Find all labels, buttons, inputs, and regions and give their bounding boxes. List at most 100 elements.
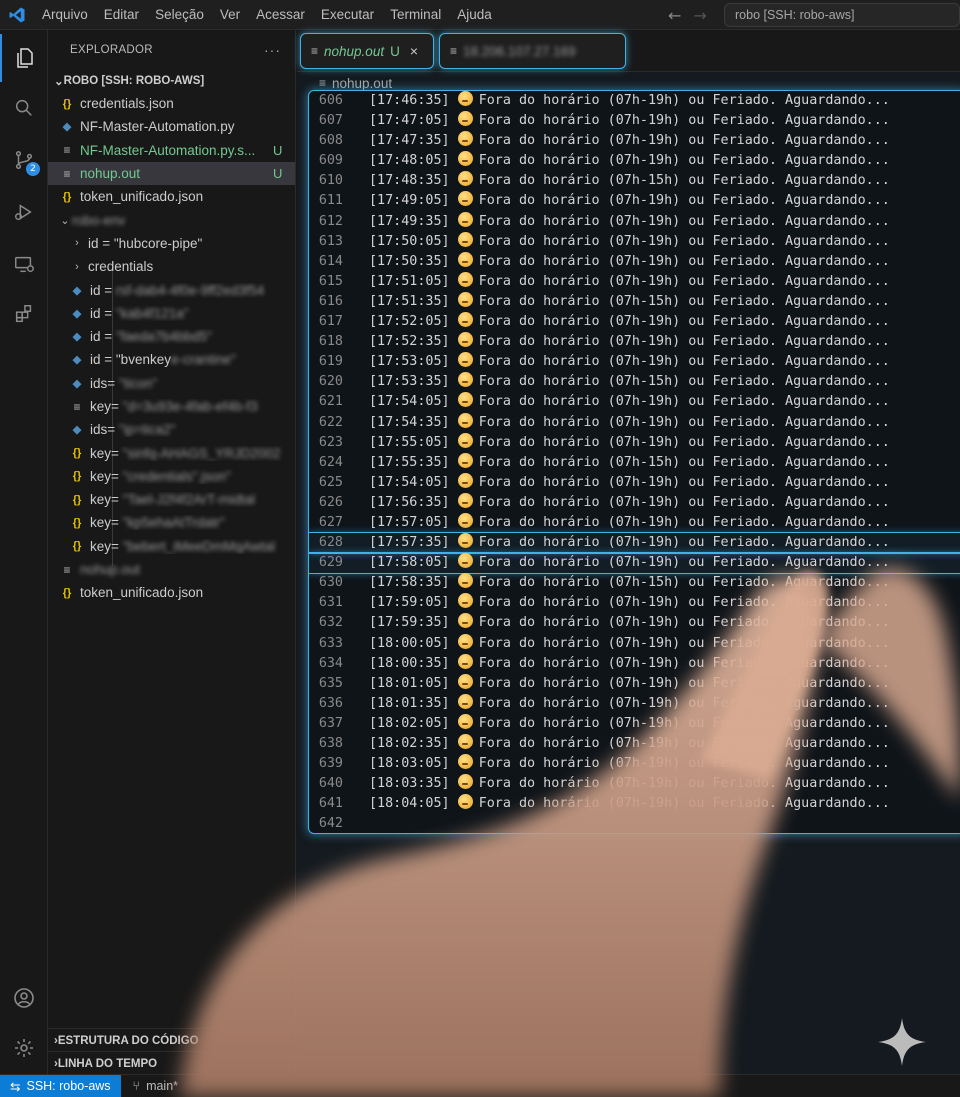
tree-item[interactable]: {} key= "sinfq-AHAGS_YRJD2002 [48,441,295,464]
log-line[interactable]: 640 [18:03:35] Fora do horário (07h-19h) … [309,774,960,794]
tree-item[interactable]: › id = "hubcore-pipe" [48,232,295,255]
log-line[interactable]: 610 [17:48:35] Fora do horário (07h-15h) … [309,171,960,191]
command-center[interactable]: robo [SSH: robo-aws] [724,3,960,27]
log-line[interactable]: 636 [18:01:35] Fora do horário (07h-19h) … [309,693,960,714]
sleeping-face-icon [457,452,473,468]
tree-item[interactable]: ◆ ids= "ticon" [48,372,295,395]
log-line[interactable]: 633 [18:00:05] Fora do horário (07h-19h) … [309,633,960,654]
log-line[interactable]: 620 [17:53:35] Fora do horário (07h-15h) … [309,372,960,392]
log-line[interactable]: 619 [17:53:05] Fora do horário (07h-19h) … [309,352,960,372]
vscode-logo-icon[interactable] [0,0,34,30]
log-line[interactable]: 618 [17:52:35] Fora do horário (07h-19h) … [309,332,960,352]
sleeping-face-icon [457,91,473,106]
log-line[interactable]: 642 [309,814,960,833]
highlighted-log-line[interactable]: 629 [17:58:05] Fora do horário (07h-19h) … [309,552,960,575]
chevron-down-icon: ⌄ [60,214,70,227]
tree-item[interactable]: {} key= "Tael-J2f4f2ArT-midtal [48,488,295,511]
forward-arrow-icon[interactable]: → [693,6,706,25]
log-timestamp: [18:03:05] [369,756,450,772]
log-line[interactable]: 626 [17:56:35] Fora do horário (07h-19h) … [309,492,960,513]
close-tab-icon[interactable]: × [410,43,418,59]
remote-indicator[interactable]: ⇆ SSH: robo-aws [0,1074,121,1097]
log-line[interactable]: 621 [17:54:05] Fora do horário (07h-19h) … [309,392,960,412]
log-line[interactable]: 631 [17:59:05] Fora do horário (07h-19h) … [309,593,960,613]
tab-nohup-out[interactable]: ≡ nohup.out U × [300,33,434,69]
file-item[interactable]: ≡ nohup.out [48,558,295,581]
file-item[interactable]: ≡ NF-Master-Automation.py.s... U [48,139,295,162]
log-line[interactable]: 641 [18:04:05] Fora do horário (07h-19h) … [309,794,960,814]
log-line[interactable]: 609 [17:48:05] Fora do horário (07h-19h) … [309,151,960,171]
tree-item[interactable]: ◆ id = rsf-dab4-4f0e-9ff2ed3f54 [48,278,295,301]
log-line[interactable]: 613 [17:50:05] Fora do horário (07h-19h) … [309,231,960,252]
log-line[interactable]: 634 [18:00:35] Fora do horário (07h-19h) … [309,653,960,674]
file-item[interactable]: {} credentials.json [48,92,295,115]
run-debug-icon[interactable] [0,188,48,236]
tree-item[interactable]: {} key= "kp5ehaAtTrdatr" [48,511,295,534]
outline-section[interactable]: › ESTRUTURA DO CÓDIGO [48,1028,296,1052]
log-text: [18:00:05] Fora do horário (07h-19h) ou … [369,633,890,654]
explorer-icon[interactable] [0,34,48,82]
log-line[interactable]: 612 [17:49:35] Fora do horário (07h-19h) … [309,211,960,232]
log-line[interactable]: 630 [17:58:35] Fora do horário (07h-15h) … [309,573,960,593]
log-text: [17:52:05] Fora do horário (07h-19h) ou … [369,312,890,332]
log-line[interactable]: 635 [18:01:05] Fora do horário (07h-19h) … [309,673,960,694]
tree-item[interactable]: {} key= "credentials".json" [48,465,295,488]
log-line[interactable]: 608 [17:47:35] Fora do horário (07h-19h) … [309,131,960,151]
more-actions-icon[interactable]: ··· [264,42,281,58]
log-line[interactable]: 623 [17:55:05] Fora do horário (07h-19h) … [309,432,960,453]
back-arrow-icon[interactable]: ← [668,6,681,25]
tree-item[interactable]: ≡ key= "d=3u93e-4fab-ef4b-f3 [48,395,295,418]
log-line[interactable]: 611 [17:49:05] Fora do horário (07h-19h) … [309,191,960,211]
log-panel[interactable]: 606 [17:46:35] Fora do horário (07h-19h) … [308,90,960,834]
menu-terminal[interactable]: Terminal [382,0,449,30]
log-line[interactable]: 606 [17:46:35] Fora do horário (07h-19h) … [309,91,960,111]
code-view[interactable]: 606 [17:46:35] Fora do horário (07h-19h) … [309,91,960,833]
tree-item[interactable]: ◆ ids= "ip=tica2" [48,418,295,441]
tree-item[interactable]: ◆ id = "faeda7b4bbd5" [48,325,295,348]
git-branch[interactable]: ⑂ main* [121,1079,178,1093]
log-timestamp: [17:47:05] [369,113,450,129]
timeline-section[interactable]: › LINHA DO TEMPO [48,1051,296,1075]
search-icon[interactable] [0,84,48,132]
log-line[interactable]: 639 [18:03:05] Fora do horário (07h-19h) … [309,754,960,774]
folder-robo-env[interactable]: ⌄ robo-env [48,208,295,231]
log-line[interactable]: 624 [17:55:35] Fora do horário (07h-15h) … [309,452,960,473]
highlighted-log-line[interactable]: 628 [17:57:35] Fora do horário (07h-19h) … [309,532,960,555]
sleeping-face-icon [457,533,473,549]
menu-selecao[interactable]: Seleção [147,0,212,30]
log-line[interactable]: 607 [17:47:05] Fora do horário (07h-19h) … [309,111,960,131]
remote-explorer-icon[interactable] [0,240,48,288]
log-line[interactable]: 615 [17:51:05] Fora do horário (07h-19h) … [309,271,960,292]
menu-ver[interactable]: Ver [212,0,248,30]
tab-remote-host[interactable]: ≡ 18.206.107.27.169 [439,33,626,69]
menu-ajuda[interactable]: Ajuda [449,0,500,30]
file-item[interactable]: ≡ nohup.out U [48,161,295,186]
menu-editar[interactable]: Editar [96,0,147,30]
file-item[interactable]: {} token_unificado.json [48,185,295,208]
log-line[interactable]: 625 [17:54:05] Fora do horário (07h-19h) … [309,472,960,493]
log-line[interactable]: 632 [17:59:35] Fora do horário (07h-19h) … [309,613,960,633]
log-line[interactable]: 614 [17:50:35] Fora do horário (07h-19h) … [309,251,960,272]
file-item[interactable]: {} token_unificado.json [48,581,295,604]
extensions-icon[interactable] [0,290,48,338]
tree-item[interactable]: › credentials [48,255,295,278]
menu-acessar[interactable]: Acessar [248,0,313,30]
log-line[interactable]: 617 [17:52:05] Fora do horário (07h-19h) … [309,312,960,332]
menu-executar[interactable]: Executar [313,0,382,30]
tree-item[interactable]: ◆ id = "kab4f121a" [48,302,295,325]
file-item[interactable]: ◆ NF-Master-Automation.py [48,115,295,138]
log-line[interactable]: 637 [18:02:05] Fora do horário (07h-19h) … [309,713,960,734]
tree-label: id = "kab4f121a" [90,306,295,321]
workspace-root[interactable]: ⌄ ROBO [SSH: ROBO-AWS] [48,70,295,92]
log-line[interactable]: 616 [17:51:35] Fora do horário (07h-15h) … [309,291,960,312]
log-line[interactable]: 622 [17:54:35] Fora do horário (07h-19h) … [309,412,960,433]
tree-item[interactable]: {} key= "bebert_iMeeDmMqAwtal [48,535,295,558]
log-line[interactable]: 638 [18:02:35] Fora do horário (07h-19h) … [309,734,960,754]
account-icon[interactable] [0,974,48,1022]
menu-arquivo[interactable]: Arquivo [34,0,96,30]
settings-gear-icon[interactable] [0,1024,48,1072]
source-control-icon[interactable]: 2 [0,136,48,184]
tree-item[interactable]: ◆ id = "bvenkeye-crantine" [48,348,295,371]
log-line[interactable]: 627 [17:57:05] Fora do horário (07h-19h) … [309,512,960,533]
sleeping-face-icon [457,673,473,689]
